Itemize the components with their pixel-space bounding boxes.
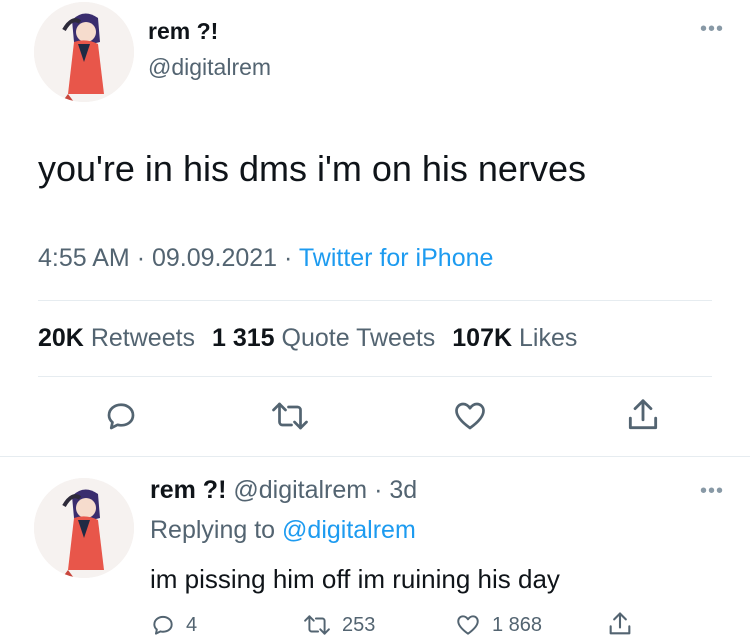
divider [0,456,750,457]
meta-separator: · [284,244,293,272]
likes-label: Likes [518,324,578,352]
replying-to-label: Replying to [150,516,276,544]
avatar-image [34,2,134,102]
more-icon[interactable]: ••• [700,18,724,41]
heart-icon [454,612,482,638]
reply-avatar[interactable] [34,478,134,578]
handle[interactable]: @digitalrem [148,54,271,81]
tweet-source-link[interactable]: Twitter for iPhone [299,244,494,272]
reply-icon[interactable] [103,398,139,434]
reply-reply-button[interactable]: 4 [150,612,197,638]
reply-age[interactable]: 3d [389,476,417,504]
retweets-count: 20K [38,324,84,352]
more-icon[interactable]: ••• [700,480,724,503]
tweet-meta: 4:55 AM · 09.09.2021 · Twitter for iPhon… [38,244,493,273]
heart-icon[interactable] [451,398,489,434]
reply-handle[interactable]: @digitalrem [233,476,367,504]
divider [38,300,712,301]
reply-icon [150,612,176,638]
retweets-stat[interactable]: 20K Retweets [38,324,202,352]
reply-like-button[interactable]: 1 868 [454,612,542,638]
share-icon[interactable] [624,396,662,434]
reply-count: 4 [186,613,198,636]
reply-retweet-button[interactable]: 253 [302,612,375,638]
avatar[interactable] [34,2,134,102]
reply-text: im pissing him off im ruining his day [150,564,560,594]
reply-header: rem ?! @digitalrem · 3d [150,476,417,505]
quotes-stat[interactable]: 1 315 Quote Tweets [212,324,442,352]
replying-to: Replying to @digitalrem [150,516,416,545]
retweet-icon [302,612,332,638]
retweet-count: 253 [342,613,376,636]
divider [38,376,712,377]
like-count: 1 868 [492,613,543,636]
avatar-image [34,478,134,578]
display-name[interactable]: rem ?! [148,18,218,45]
tweet-text: you're in his dms i'm on his nerves [38,148,586,189]
tweet-stats: 20K Retweets 1 315 Quote Tweets 107K Lik… [38,324,577,353]
retweets-label: Retweets [90,324,196,352]
quotes-label: Quote Tweets [281,324,436,352]
tweet-time: 4:55 AM [38,244,130,272]
reply-separator: · [374,476,383,504]
likes-stat[interactable]: 107K Likes [452,324,577,352]
retweet-icon[interactable] [270,398,310,434]
tweet-date: 09.09.2021 [151,244,278,272]
reply-display-name[interactable]: rem ?! [150,476,226,504]
likes-count: 107K [452,324,513,352]
replying-to-handle[interactable]: @digitalrem [282,516,416,544]
meta-separator: · [136,244,146,272]
share-icon[interactable] [606,610,634,638]
quotes-count: 1 315 [212,324,275,352]
